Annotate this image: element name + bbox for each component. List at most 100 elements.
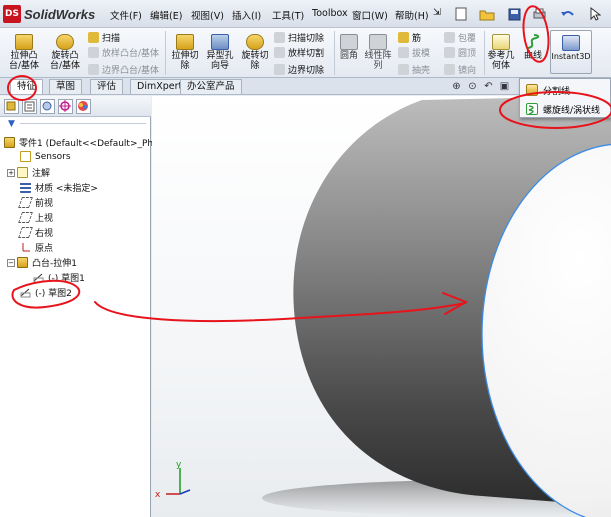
fillet-button[interactable]: 圆角 [337, 34, 361, 61]
command-manager-ribbon: 拉伸凸 台/基体 旋转凸 台/基体 扫描 放样凸台/基体 边界凸台/基体 拉伸切… [0, 28, 611, 78]
tree-item-top-label: 上视 [35, 214, 54, 224]
curves-label: 曲线 [523, 51, 542, 61]
lofted-cut-button[interactable]: 放样切割 [274, 46, 324, 59]
ds-logo-icon: DS [3, 5, 21, 23]
collapse-boss-extrude-icon[interactable]: − [7, 258, 15, 267]
hole-wizard-button[interactable]: 异型孔 向导 [203, 34, 237, 71]
revolve-boss-button[interactable]: 旋转凸 台/基体 [46, 34, 84, 71]
split-line-label: 分割线 [543, 86, 571, 97]
tree-item-material[interactable]: 材质 <未指定> [20, 181, 98, 194]
hole-wizard-label: 异型孔 向导 [206, 51, 234, 71]
filter-icon: ▼ [8, 119, 15, 129]
extrude-boss-icon [15, 34, 33, 50]
expand-annotations-icon[interactable]: + [7, 168, 15, 177]
revolve-boss-label: 旋转凸 台/基体 [49, 51, 81, 71]
app-logo[interactable]: DS SolidWorks [3, 4, 95, 24]
undo-icon[interactable] [558, 5, 576, 23]
axis-triad: y x [155, 460, 191, 500]
tree-item-part-label: 零件1 (Default<<Default>_Ph [19, 139, 154, 149]
menu-edit[interactable]: 编辑(E) [150, 8, 182, 22]
boundary-boss-button[interactable]: 边界凸台/基体 [88, 63, 159, 76]
new-document-icon[interactable] [452, 5, 470, 23]
property-manager-tab-icon[interactable] [22, 99, 37, 114]
tree-item-annotations[interactable]: + 注解 [7, 166, 50, 179]
dome-button[interactable]: 圆顶 [444, 46, 476, 59]
swept-cut-button[interactable]: 扫描切除 [274, 31, 324, 44]
tree-item-front-label: 前视 [35, 199, 54, 209]
tab-features[interactable]: 特征 [10, 79, 44, 94]
fillet-label: 圆角 [339, 51, 358, 61]
sensors-icon [20, 151, 31, 162]
sweep-label: 扫描 [102, 34, 121, 44]
wrap-icon [444, 32, 455, 43]
tree-item-origin[interactable]: 原点 [20, 241, 53, 254]
dome-label: 圆顶 [458, 49, 477, 59]
hole-wizard-icon [211, 34, 229, 50]
extrude-cut-button[interactable]: 拉伸切 除 [168, 34, 202, 71]
panel-toolbar [0, 96, 151, 117]
feature-manager-panel: ▼ 零件1 (Default<<Default>_Ph Sensors + 注解… [0, 96, 156, 517]
tree-item-top-plane[interactable]: 上视 [17, 211, 54, 224]
draft-button[interactable]: 拔模 [398, 46, 430, 59]
triad-x-label: x [155, 490, 161, 500]
curves-button[interactable]: 曲线 [518, 34, 548, 61]
previous-view-icon[interactable]: ↶ [482, 80, 495, 93]
loft-button[interactable]: 放样凸台/基体 [88, 46, 159, 59]
save-icon[interactable] [505, 5, 523, 23]
tab-evaluate[interactable]: 评估 [90, 79, 124, 94]
menu-help[interactable]: 帮助(H) [395, 8, 429, 22]
open-folder-icon[interactable] [478, 5, 496, 23]
reference-geometry-button[interactable]: 参考几 何体 [487, 34, 515, 71]
menu-toolbox[interactable]: Toolbox [312, 8, 348, 19]
rib-icon [398, 32, 409, 43]
menu-tools[interactable]: 工具(T) [272, 8, 304, 22]
select-cursor-icon[interactable] [586, 5, 604, 23]
shell-label: 抽壳 [412, 66, 431, 76]
tree-item-part[interactable]: 零件1 (Default<<Default>_Ph [4, 136, 153, 149]
cylinder-model[interactable] [152, 96, 611, 517]
split-line-menu-item[interactable]: 分割线 [522, 81, 610, 99]
menu-file[interactable]: 文件(F) [110, 8, 142, 22]
dimxpert-manager-tab-icon[interactable] [58, 99, 73, 114]
section-view-icon[interactable]: ▣ [498, 80, 511, 93]
triad-y-label: y [176, 460, 182, 470]
menu-view[interactable]: 视图(V) [191, 8, 224, 22]
zoom-area-icon[interactable]: ⊙ [466, 80, 479, 93]
menu-insert[interactable]: 插入(I) [232, 8, 261, 22]
tree-item-right-plane[interactable]: 右视 [17, 226, 53, 239]
display-manager-tab-icon[interactable] [76, 99, 91, 114]
filter-divider [20, 123, 146, 124]
wrap-button[interactable]: 包覆 [444, 31, 476, 44]
linear-pattern-button[interactable]: 线性阵 列 [362, 34, 394, 71]
menu-window[interactable]: 窗口(W) [352, 8, 388, 22]
tree-item-sketch2-label: (-) 草图2 [35, 289, 72, 299]
rib-button[interactable]: 筋 [398, 31, 421, 44]
filter-bar[interactable]: ▼ [0, 118, 151, 131]
revolve-cut-button[interactable]: 旋转切 除 [238, 34, 272, 71]
tree-item-boss-extrude-label: 凸台-拉伸1 [32, 259, 77, 269]
extrude-boss-button[interactable]: 拉伸凸 台/基体 [5, 34, 43, 71]
zoom-to-fit-icon[interactable]: ⊕ [450, 80, 463, 93]
instant3d-button[interactable]: Instant3D [550, 30, 592, 74]
tree-item-boss-extrude[interactable]: − 凸台-拉伸1 [7, 256, 77, 269]
tab-office-products[interactable]: 办公室产品 [180, 79, 242, 94]
tab-sketch[interactable]: 草图 [49, 79, 83, 94]
swept-cut-label: 扫描切除 [288, 34, 325, 44]
graphics-viewport[interactable]: y x [152, 96, 611, 517]
sweep-button[interactable]: 扫描 [88, 31, 120, 44]
origin-icon [20, 242, 31, 253]
print-icon[interactable] [530, 5, 548, 23]
tree-item-sketch1[interactable]: (-) 草图1 [33, 271, 85, 284]
mirror-button[interactable]: 镜向 [444, 63, 476, 76]
boundary-cut-label: 边界切除 [288, 66, 325, 76]
tree-item-sketch2[interactable]: (-) 草图2 [20, 286, 72, 299]
tree-item-front-plane[interactable]: 前视 [17, 196, 54, 209]
helix-spiral-menu-item[interactable]: 螺旋线/涡状线 [522, 100, 610, 118]
configuration-manager-tab-icon[interactable] [40, 99, 55, 114]
boundary-cut-button[interactable]: 边界切除 [274, 63, 324, 76]
feature-manager-tab-icon[interactable] [4, 99, 19, 114]
sketch-icon [33, 272, 44, 283]
pin-icon[interactable]: ⇲ [433, 7, 441, 18]
shell-button[interactable]: 抽壳 [398, 63, 430, 76]
tree-item-sensors[interactable]: Sensors [20, 151, 71, 162]
